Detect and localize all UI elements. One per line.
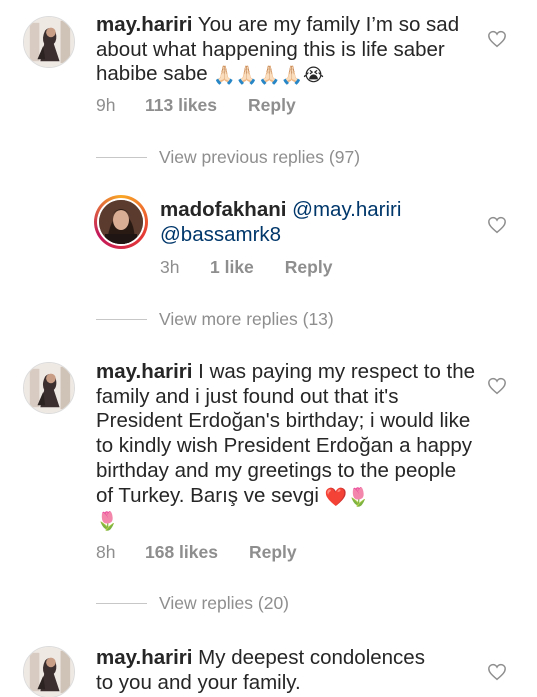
likes-count[interactable]: 1 like [210,257,254,278]
emoji: 🌷 [96,511,119,532]
likes-count[interactable]: 168 likes [145,542,218,563]
comment-meta: 8h 168 likes Reply [96,542,297,563]
comment-username[interactable]: may.hariri [96,13,192,36]
comment-text: madofakhani @may.hariri @bassamrk8 [160,198,480,247]
avatar[interactable] [23,16,75,68]
divider-line [96,603,147,604]
emoji: 🙏🏻🙏🏻🙏🏻🙏🏻😭 [213,65,325,86]
comment-meta: 9h 113 likes Reply [96,95,296,116]
comment-username[interactable]: may.hariri [96,360,192,383]
divider-line [96,157,147,158]
comment-time: 9h [96,95,116,115]
emoji: ❤️🌷 [324,486,370,507]
view-replies-label: View more replies (13) [159,309,334,329]
mention-link[interactable]: @bassamrk8 [160,223,281,246]
avatar[interactable] [23,362,75,414]
reply-button[interactable]: Reply [285,257,333,278]
comment-text: may.hariri My deepest condolences to you… [96,646,436,695]
comment-text: may.hariri I was paying my respect to th… [96,360,476,533]
heart-outline-icon[interactable] [487,663,507,681]
comment-username[interactable]: may.hariri [96,646,192,669]
avatar[interactable] [94,195,148,249]
reply-button[interactable]: Reply [248,95,296,116]
divider-line [96,319,147,320]
view-replies-label: View previous replies (97) [159,147,361,167]
comment-text: may.hariri You are my family I’m so sad … [96,13,501,87]
comment-meta: 3h 1 like Reply [160,257,332,278]
heart-outline-icon[interactable] [487,30,507,48]
heart-outline-icon[interactable] [487,377,507,395]
reply-button[interactable]: Reply [249,542,297,563]
view-replies-button[interactable]: View more replies (13) [96,309,334,330]
comment-time: 3h [160,257,180,277]
mention-link[interactable]: @may.hariri [292,198,401,221]
comment-time: 8h [96,542,116,562]
view-replies-label: View replies (20) [159,593,290,613]
heart-outline-icon[interactable] [487,216,507,234]
avatar[interactable] [23,646,75,697]
comment-username[interactable]: madofakhani [160,198,286,221]
view-replies-button[interactable]: View replies (20) [96,593,289,614]
likes-count[interactable]: 113 likes [145,95,217,116]
view-replies-button[interactable]: View previous replies (97) [96,147,360,168]
